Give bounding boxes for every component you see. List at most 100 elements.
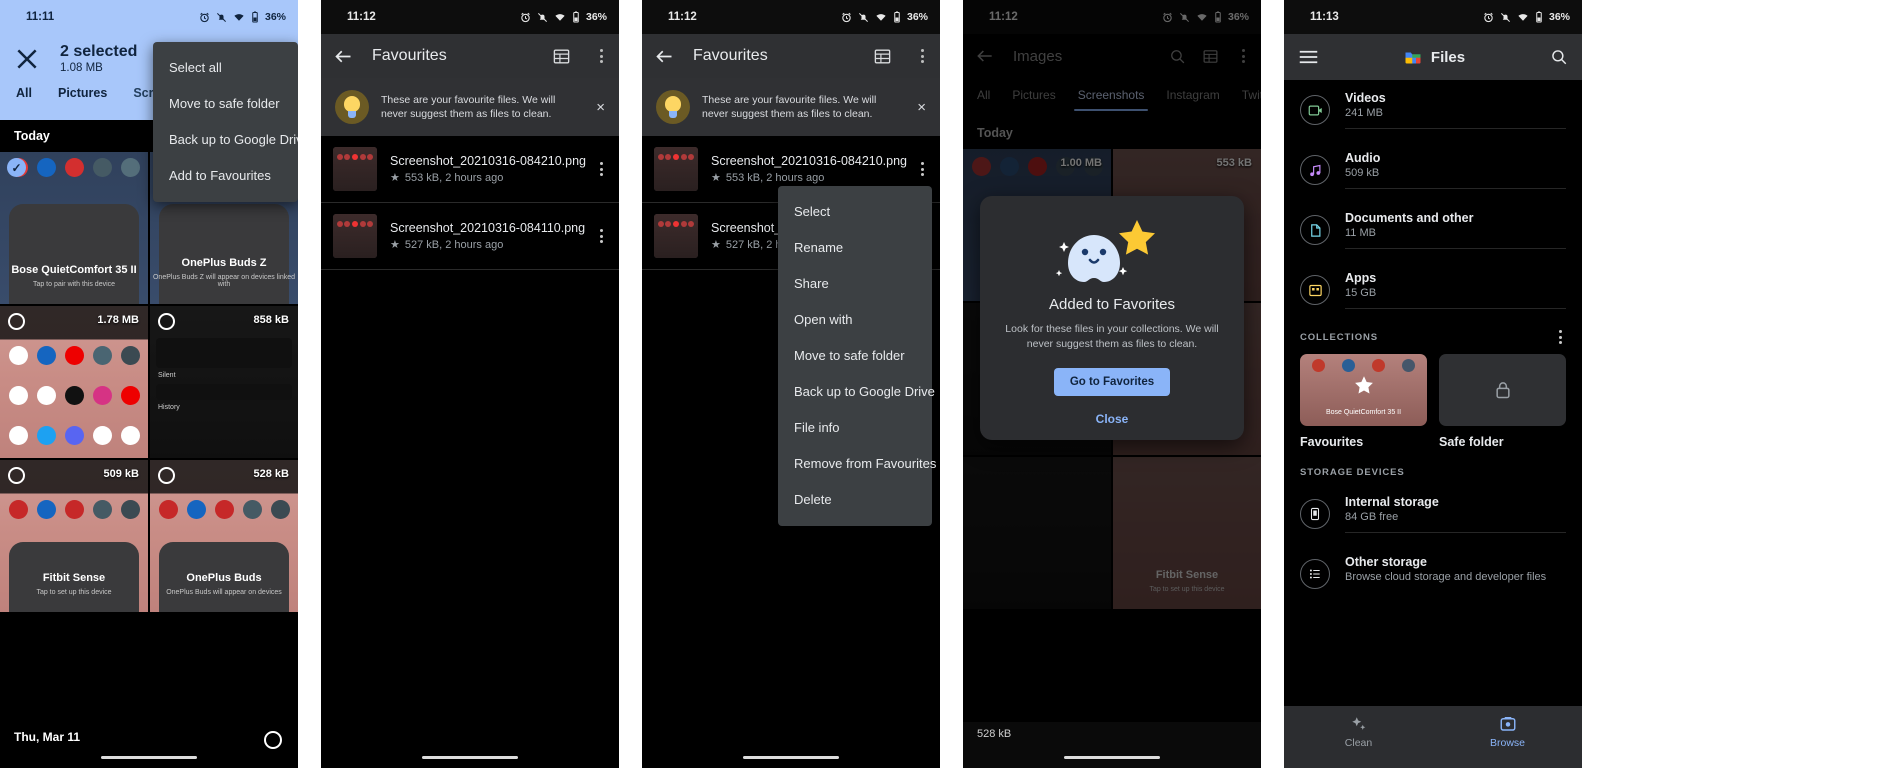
file-row[interactable]: Screenshot_20210316-084110.png ★ 527 kB, …: [321, 203, 619, 270]
collection-safe-folder[interactable]: Safe folder: [1439, 354, 1566, 449]
status-icons: 36%: [520, 11, 607, 23]
grid-cell[interactable]: ✓ Bose QuietComfort 35 II Tap to pair wit…: [0, 152, 148, 304]
app-bar-title: Files: [1430, 48, 1466, 66]
more-vertical-icon[interactable]: [910, 49, 928, 63]
collection-favourites[interactable]: Bose QuietComfort 35 II Favourites: [1300, 354, 1427, 449]
file-thumbnail: [333, 147, 377, 191]
status-bar: 11:12 36%: [642, 0, 940, 34]
more-vertical-icon[interactable]: [589, 229, 607, 243]
grid-cell[interactable]: 1.78 MB: [0, 306, 148, 458]
selected-count: 2 selected: [60, 43, 138, 60]
selected-size: 1.08 MB: [60, 62, 103, 74]
storage-name: Other storage: [1345, 555, 1427, 569]
tab-pictures[interactable]: Pictures: [58, 86, 107, 100]
bell-off-icon: [859, 12, 868, 22]
battery-icon: [1536, 11, 1542, 23]
select-circle-icon[interactable]: [264, 731, 282, 749]
category-name: Videos: [1345, 91, 1386, 105]
close-icon[interactable]: ×: [590, 99, 605, 116]
select-circle-icon[interactable]: [8, 467, 25, 484]
select-circle-icon[interactable]: [8, 313, 25, 330]
tip-text: These are your favourite files. We will …: [702, 94, 877, 120]
audio-note-icon: [1300, 155, 1330, 185]
grid-view-icon[interactable]: [552, 47, 571, 66]
menu-item-file-info[interactable]: File info: [778, 410, 932, 446]
more-vertical-icon[interactable]: [910, 162, 928, 176]
category-videos[interactable]: Videos 241 MB: [1284, 80, 1582, 140]
file-meta: 553 kB, 2 hours ago: [404, 171, 504, 184]
grid-view-icon[interactable]: [873, 47, 892, 66]
panel-favourites-list: 11:12 36% Favourites These are your favo…: [321, 0, 619, 768]
file-name: Screenshot_20210316-084210.png: [390, 154, 587, 168]
grid-cell[interactable]: 528 kB OnePlus Buds OnePlus Buds will app…: [150, 460, 298, 612]
dialog-body: Look for these files in your collections…: [1005, 323, 1219, 350]
menu-item-move-to-safe-folder[interactable]: Move to safe folder: [153, 86, 298, 122]
alarm-icon: [1484, 12, 1493, 22]
menu-item-select-all[interactable]: Select all: [153, 50, 298, 86]
menu-item-back-up-to-google-drive[interactable]: Back up to Google Drive: [153, 122, 298, 158]
gesture-pill: [1064, 756, 1160, 759]
select-circle-icon[interactable]: [158, 467, 175, 484]
menu-item-move-to-safe-folder[interactable]: Move to safe folder: [778, 338, 932, 374]
more-vertical-icon[interactable]: [589, 49, 607, 63]
file-meta: 527 kB, 2 hours ago: [404, 238, 504, 251]
overflow-menu[interactable]: Select all Move to safe folder Back up t…: [153, 42, 298, 202]
app-bar-title: Favourites: [693, 47, 768, 64]
more-vertical-icon[interactable]: [589, 162, 607, 176]
file-name: Screenshot_20210316-084210.png: [711, 154, 908, 168]
hamburger-menu-icon[interactable]: [1298, 49, 1319, 65]
grid-cell[interactable]: 858 kB Silent History: [150, 306, 298, 458]
category-audio[interactable]: Audio 509 kB: [1284, 140, 1582, 200]
alarm-icon: [200, 12, 209, 22]
file-context-menu[interactable]: Select Rename Share Open with Move to sa…: [778, 186, 936, 526]
battery-percent: 36%: [1548, 11, 1570, 23]
status-icons: 36%: [841, 11, 928, 23]
status-bar: 11:13 36%: [1284, 0, 1582, 34]
menu-item-share[interactable]: Share: [778, 266, 932, 302]
select-circle-icon[interactable]: [158, 313, 175, 330]
alarm-icon: [521, 12, 530, 22]
go-to-favorites-button[interactable]: Go to Favorites: [1053, 368, 1171, 396]
menu-item-rename[interactable]: Rename: [778, 230, 932, 266]
bottom-nav-browse[interactable]: Browse: [1433, 706, 1582, 768]
file-thumbnail: [654, 214, 698, 258]
storage-name: Internal storage: [1345, 495, 1439, 509]
category-apps[interactable]: Apps 15 GB: [1284, 260, 1582, 320]
category-list: Videos 241 MB Audio 509 kB Documents and o…: [1284, 80, 1582, 320]
menu-item-add-to-favourites[interactable]: Add to Favourites: [153, 158, 298, 194]
grid-cell[interactable]: 509 kB Fitbit Sense Tap to set up this de…: [0, 460, 148, 612]
close-icon[interactable]: ×: [911, 99, 926, 116]
status-clock: 11:11: [26, 11, 55, 23]
storage-section-header: STORAGE DEVICES: [1284, 449, 1582, 484]
storage-label: STORAGE DEVICES: [1300, 467, 1405, 478]
back-arrow-icon[interactable]: [333, 46, 354, 67]
menu-item-back-up-to-google-drive[interactable]: Back up to Google Drive: [778, 374, 935, 410]
panel-selection-mode: 11:11 36% 2 selected 1.08 MB All Picture…: [0, 0, 298, 768]
file-size-badge: 858 kB: [253, 314, 289, 326]
menu-item-select[interactable]: Select: [778, 194, 932, 230]
battery-percent: 36%: [264, 11, 286, 23]
back-arrow-icon[interactable]: [654, 46, 675, 67]
collections-section-header: COLLECTIONS: [1284, 320, 1582, 350]
menu-item-remove-from-favourites[interactable]: Remove from Favourites: [778, 446, 936, 482]
search-icon[interactable]: [1550, 48, 1568, 66]
storage-other[interactable]: Other storage Browse cloud storage and de…: [1284, 544, 1582, 603]
category-name: Apps: [1345, 271, 1377, 285]
more-vertical-icon[interactable]: [1548, 330, 1566, 344]
menu-item-delete[interactable]: Delete: [778, 482, 932, 518]
category-documents[interactable]: Documents and other 11 MB: [1284, 200, 1582, 260]
bell-off-icon: [538, 12, 547, 22]
tab-all[interactable]: All: [16, 86, 32, 100]
close-button[interactable]: Close: [998, 412, 1226, 426]
storage-internal[interactable]: Internal storage 84 GB free: [1284, 484, 1582, 544]
file-thumbnail: [333, 214, 377, 258]
lock-icon: [1495, 382, 1510, 399]
close-icon[interactable]: [14, 46, 40, 72]
favourites-tip: These are your favourite files. We will …: [321, 78, 619, 136]
menu-item-open-with[interactable]: Open with: [778, 302, 932, 338]
status-bar: 11:12 36%: [321, 0, 619, 34]
video-icon: [1300, 95, 1330, 125]
cell-subcaption: Tap to pair with this device: [32, 281, 116, 288]
bottom-nav-clean[interactable]: Clean: [1284, 706, 1433, 768]
file-row[interactable]: Screenshot_20210316-084210.png ★ 553 kB, …: [321, 136, 619, 203]
